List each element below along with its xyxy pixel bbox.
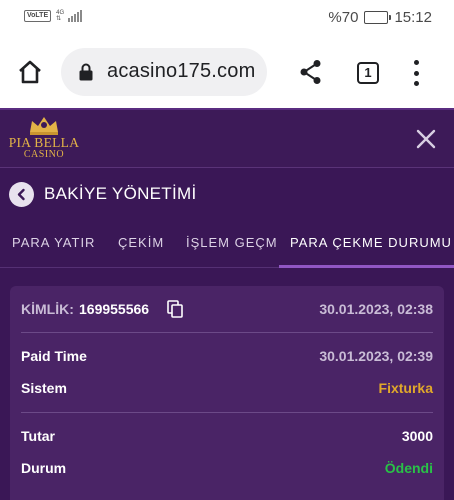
clock: 15:12 — [394, 9, 432, 26]
created-date: 30.01.2023, 02:38 — [319, 301, 433, 317]
status-bar: VoLTE 4G ⇅ %70 15:12 — [0, 0, 454, 36]
network-indicator: 4G ⇅ — [56, 10, 64, 22]
status-bar-left: VoLTE 4G ⇅ — [24, 10, 83, 22]
crown-icon — [30, 117, 58, 135]
tab-deposit[interactable]: PARA YATIR — [12, 235, 95, 250]
amount-label: Tutar — [21, 428, 55, 444]
brand-subtitle: CASINO — [23, 149, 65, 160]
paid-time-label: Paid Time — [21, 348, 87, 364]
id-label: KİMLİK: — [21, 301, 74, 317]
signal-icon — [68, 10, 83, 22]
lock-icon — [79, 63, 93, 81]
active-tab-indicator — [279, 265, 454, 268]
system-row: Sistem Fixturka — [21, 380, 433, 400]
amount-value: 3000 — [401, 428, 433, 444]
brand-logo[interactable]: PIA BELLA CASINO — [8, 114, 80, 166]
divider — [21, 332, 433, 333]
site-header: PIA BELLA CASINO — [0, 108, 454, 168]
page-title: BAKİYE YÖNETİMİ — [44, 184, 197, 203]
status-label: Durum — [21, 460, 67, 476]
browser-toolbar: acasino175.com 1 — [0, 36, 454, 108]
divider — [21, 412, 433, 413]
close-icon[interactable] — [416, 129, 436, 149]
amount-row: Tutar 3000 — [21, 428, 433, 448]
tab-bar: PARA YATIR ÇEKİM İŞLEM GEÇMİŞ PARA ÇEKME… — [0, 220, 454, 268]
data-arrows-icon: ⇅ — [56, 16, 62, 22]
back-button[interactable] — [9, 182, 34, 207]
home-icon[interactable] — [16, 58, 44, 86]
id-row: KİMLİK: 169955566 30.01.2023, 02:38 — [21, 300, 433, 321]
system-value: Fixturka — [378, 380, 433, 396]
status-row: Durum Ödendi — [21, 460, 433, 480]
more-vert-icon[interactable] — [412, 60, 420, 86]
tab-withdrawal-status[interactable]: PARA ÇEKME DURUMU — [290, 235, 452, 250]
battery-icon — [364, 11, 392, 24]
url-text[interactable]: acasino175.com — [107, 60, 255, 83]
page-header: BAKİYE YÖNETİMİ — [0, 168, 454, 220]
volte-badge: VoLTE — [24, 10, 52, 22]
status-badge: Ödendi — [384, 460, 433, 476]
paid-time-row: Paid Time 30.01.2023, 02:39 — [21, 348, 433, 368]
tab-transaction-history[interactable]: İŞLEM GEÇMİŞ — [186, 235, 278, 250]
copy-icon[interactable] — [167, 300, 183, 318]
status-bar-right: %70 15:12 — [328, 9, 432, 26]
battery-percent: %70 — [328, 9, 359, 26]
system-label: Sistem — [21, 380, 67, 396]
share-icon[interactable] — [299, 59, 323, 85]
tabs-icon[interactable]: 1 — [357, 62, 379, 84]
tab-withdraw[interactable]: ÇEKİM — [118, 235, 164, 250]
address-bar[interactable]: acasino175.com — [61, 48, 267, 96]
brand-name: PIA BELLA — [8, 135, 80, 150]
id-value: 169955566 — [79, 301, 150, 317]
withdrawal-card: KİMLİK: 169955566 30.01.2023, 02:38 Paid… — [10, 286, 444, 500]
chevron-left-icon — [17, 188, 25, 201]
paid-time-value: 30.01.2023, 02:39 — [319, 348, 433, 364]
